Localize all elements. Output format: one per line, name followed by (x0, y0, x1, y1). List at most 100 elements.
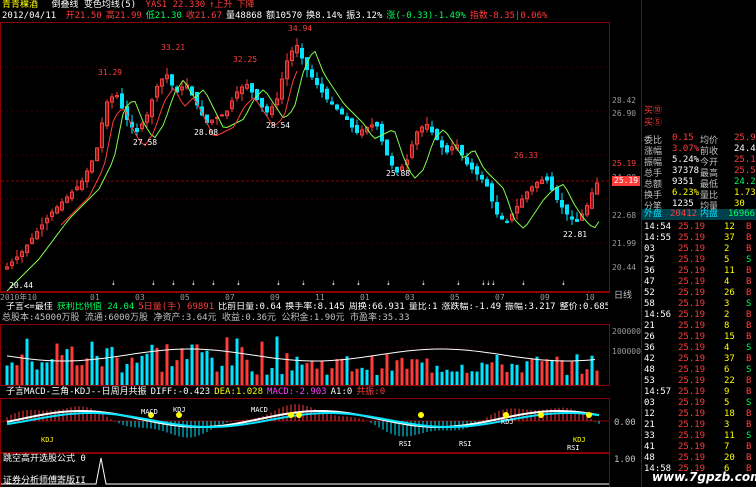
candle-body (265, 106, 269, 113)
quote-v: 5.24% (672, 155, 700, 165)
tick-v: 5 (724, 398, 730, 408)
period-label[interactable]: 日线 (614, 291, 632, 302)
volume-bar (450, 371, 454, 385)
volume-bar (215, 371, 219, 385)
candle-body (430, 126, 434, 133)
info-item-0: 子言<=最佳 (6, 302, 53, 312)
candle-body (445, 145, 449, 153)
volume-bar (405, 368, 409, 385)
quote-v2: 30 (734, 199, 745, 209)
volume-bar (475, 371, 479, 385)
tick-row: 12 25.19 18 B (642, 409, 756, 419)
tick-row: 36 25.19 11 B (642, 266, 756, 276)
quote-v2: 24.44 (734, 144, 756, 154)
tick-p: 25.19 (678, 354, 706, 364)
tick-s: S (746, 255, 752, 265)
quote-v2: 24.24 (734, 177, 756, 187)
header-ohlc-9: 指数-8.35|0.06% (469, 11, 548, 21)
price-extreme-label: 33.21 (161, 43, 186, 52)
tick-t: 53 (644, 376, 655, 386)
tick-t: 03 (644, 398, 655, 408)
info-item-7: 涨跌幅:-1.49 (441, 302, 502, 312)
volume-bar (45, 362, 49, 385)
info-item-9: 整价:0.685 (559, 302, 608, 312)
volume-bar (230, 365, 234, 385)
volume-bar (430, 372, 434, 385)
price-extreme-label: 25.88 (386, 169, 411, 178)
formula-panel[interactable]: 跳空高开选股公式 0 证券分析师傅寄版II (0, 453, 610, 487)
kline-panel[interactable]: ⇣ ⇣ ⇣ ⇣ ⇣ ⇣ ⇣ ⇣ ⇣ ⇣ ⇣ ⇣ ⇣ ⇣ ⇣ ⇣ ⇣ ⇣ 33.21 34.94 31.29 32.25 2… (0, 22, 610, 292)
volume-bar (400, 357, 404, 385)
tick-row: 14:54 25.19 12 B (642, 222, 756, 232)
macd-title-item-5: 共振:0 (356, 387, 386, 397)
tick-row: 41 25.19 7 B (642, 442, 756, 452)
info-bar: 子言<=最佳 获利比例值 24.04 5日量(手) 69891 比前日量:0.64 换手… (2, 302, 608, 313)
signal-dot (296, 412, 302, 418)
signal-arrow: ⇣ (331, 278, 336, 287)
tick-p: 25.19 (678, 387, 706, 397)
info-item-2: 5日量(手) 69891 (138, 302, 215, 312)
price-axis-label: 21.99 (612, 239, 637, 248)
inner-value: 16966 (728, 209, 756, 219)
header-line-2: 2012/04/11 开21.50 高21.99 低21.30 收21.67 量4886… (2, 11, 547, 22)
volume-bar (505, 371, 509, 385)
header-ohlc-3: 收21.67 (185, 11, 222, 21)
outer-inner-bar: 外盘 20412 内盘 16966 (642, 209, 756, 220)
macd-chart[interactable] (1, 399, 609, 452)
price-extreme-label: 32.25 (233, 55, 258, 64)
tick-row: 48 25.19 6 S (642, 365, 756, 375)
tick-p: 25.19 (678, 321, 706, 331)
volume-bar (120, 372, 124, 385)
volume-bar (465, 372, 469, 385)
candle-body (505, 220, 509, 223)
tick-p: 25.19 (678, 288, 706, 298)
tick-v: 26 (724, 288, 735, 298)
price-axis: 28.4226.9025.1924.0022.6821.9920.44 (610, 22, 640, 292)
tick-t: 41 (644, 442, 655, 452)
volume-bar (525, 361, 529, 385)
candle-body (485, 179, 489, 187)
macd-panel[interactable]: KDJ MACD KDJ MACD RSI RSI KDJ KDJ RSI (0, 398, 610, 453)
volume-bar (490, 362, 494, 385)
tick-v: 11 (724, 431, 735, 441)
volume-bar (65, 349, 69, 385)
volume-bar (580, 373, 584, 385)
volume-bar (90, 341, 94, 385)
candle-body (465, 157, 469, 165)
tick-t: 26 (644, 332, 655, 342)
tick-p: 25.19 (678, 431, 706, 441)
tick-t: 14:56 (644, 310, 672, 320)
volume-panel[interactable] (0, 324, 610, 386)
candle-body (170, 74, 174, 86)
volume-bar (195, 344, 199, 385)
tick-row: 52 25.19 26 B (642, 288, 756, 298)
volume-bar (70, 346, 74, 385)
info-item-6: 量比:1 (408, 302, 438, 312)
volume-axis-label: 100000 (612, 347, 641, 356)
volume-bar (370, 355, 374, 385)
volume-bar (80, 365, 84, 385)
candle-body (380, 124, 384, 142)
tick-s: B (746, 442, 752, 452)
candle-body (570, 216, 574, 220)
volume-bar (375, 374, 379, 385)
volume-chart[interactable] (1, 325, 609, 385)
inner-label: 内盘 (700, 209, 719, 219)
quote-panel[interactable]: 买⑩ 买⑤ 委比0.15均价25.92涨幅3.07%前收24.44振幅5.24%… (641, 0, 756, 487)
formula-footer: 证券分析师傅寄版II (3, 476, 86, 486)
volume-bar (15, 365, 19, 385)
signal-arrow: ⇣ (211, 278, 216, 287)
signal-arrow: ⇣ (191, 278, 196, 287)
indicator-name[interactable]: 倒叠线 变色均线(5) (51, 0, 136, 10)
tick-p: 25.19 (678, 233, 706, 243)
volume-bar (315, 368, 319, 385)
tick-s: S (746, 343, 752, 353)
candle-body (475, 166, 479, 175)
quote-row: 委比0.15均价25.92 (642, 133, 756, 146)
header-ohlc-2: 低21.30 (145, 11, 182, 21)
tick-row: 53 25.19 22 B (642, 376, 756, 386)
tick-s: B (746, 266, 752, 276)
tick-t: 14:57 (644, 387, 672, 397)
stock-name[interactable]: 青青稞酒 (2, 0, 38, 10)
volume-bar (560, 360, 564, 385)
